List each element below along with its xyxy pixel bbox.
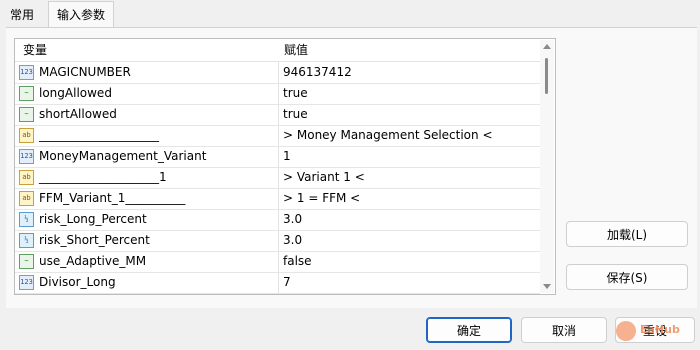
eahub-logo-icon [616, 321, 636, 341]
table-row[interactable]: ~ longAllowed true [15, 83, 540, 105]
parameters-grid: 变量 赋值 123 MAGICNUMBER 946137412 ~ longAl… [14, 38, 556, 295]
param-value[interactable]: > Money Management Selection < [283, 125, 493, 146]
double-icon: ½ [19, 212, 34, 227]
param-name: risk_Long_Percent [39, 212, 147, 226]
param-name: MAGICNUMBER [39, 65, 131, 79]
param-value[interactable]: true [283, 83, 308, 104]
int-icon: 123 [19, 65, 34, 80]
table-row[interactable]: ½ risk_Long_Percent 3.0 [15, 209, 540, 231]
bool-icon: ~ [19, 86, 34, 101]
param-value[interactable]: 946137412 [283, 62, 352, 83]
table-row[interactable]: ab ____________________ > Money Manageme… [15, 125, 540, 147]
table-row[interactable]: 123 Divisor_Long 7 [15, 272, 540, 294]
cancel-button[interactable]: 取消 [521, 317, 607, 343]
tab-input-parameters[interactable]: 输入参数 [48, 1, 115, 28]
scroll-down-arrow-icon[interactable] [543, 284, 551, 289]
param-value[interactable]: 3.0 [283, 230, 302, 251]
header-value[interactable]: 赋值 [284, 39, 308, 61]
param-value[interactable]: false [283, 251, 312, 272]
table-row[interactable]: 123 MoneyManagement_Variant 1 [15, 146, 540, 168]
param-name: FFM_Variant_1__________ [39, 191, 186, 205]
tab-common[interactable]: 常用 [2, 4, 42, 26]
watermark-text: EaHub [640, 323, 680, 336]
table-row[interactable]: ~ shortAllowed true [15, 104, 540, 126]
ok-button[interactable]: 确定 [426, 317, 512, 343]
param-name: MoneyManagement_Variant [39, 149, 207, 163]
string-icon: ab [19, 191, 34, 206]
scroll-thumb[interactable] [545, 58, 548, 94]
param-value[interactable]: 1 [283, 146, 291, 167]
save-button[interactable]: 保存(S) [566, 264, 688, 290]
tab-bar: 常用 输入参数 [0, 0, 700, 28]
param-name: shortAllowed [39, 107, 117, 121]
vertical-scrollbar[interactable] [540, 40, 554, 293]
table-row[interactable]: 123 MAGICNUMBER 946137412 [15, 62, 540, 84]
param-name: ____________________ [39, 128, 159, 142]
int-icon: 123 [19, 275, 34, 290]
param-name: ____________________1 [39, 170, 167, 184]
table-row[interactable]: ab FFM_Variant_1__________ > 1 = FFM < [15, 188, 540, 210]
param-name: use_Adaptive_MM [39, 254, 147, 268]
bool-icon: ~ [19, 107, 34, 122]
param-value[interactable]: 3.0 [283, 209, 302, 230]
table-row[interactable]: ab ____________________1 > Variant 1 < [15, 167, 540, 189]
param-value[interactable]: > 1 = FFM < [283, 188, 360, 209]
scroll-up-arrow-icon[interactable] [543, 44, 551, 49]
param-value[interactable]: > Variant 1 < [283, 167, 365, 188]
table-row[interactable]: ½ risk_Short_Percent 3.0 [15, 230, 540, 252]
param-value[interactable]: 7 [283, 272, 291, 293]
string-icon: ab [19, 170, 34, 185]
header-variable[interactable]: 变量 [23, 39, 47, 61]
double-icon: ½ [19, 233, 34, 248]
bool-icon: ~ [19, 254, 34, 269]
grid-header: 变量 赋值 [15, 39, 540, 62]
int-icon: 123 [19, 149, 34, 164]
load-button[interactable]: 加载(L) [566, 221, 688, 247]
param-value[interactable]: true [283, 104, 308, 125]
string-icon: ab [19, 128, 34, 143]
param-name: risk_Short_Percent [39, 233, 150, 247]
param-name: longAllowed [39, 86, 112, 100]
param-name: Divisor_Long [39, 275, 116, 289]
table-row[interactable]: ~ use_Adaptive_MM false [15, 251, 540, 273]
